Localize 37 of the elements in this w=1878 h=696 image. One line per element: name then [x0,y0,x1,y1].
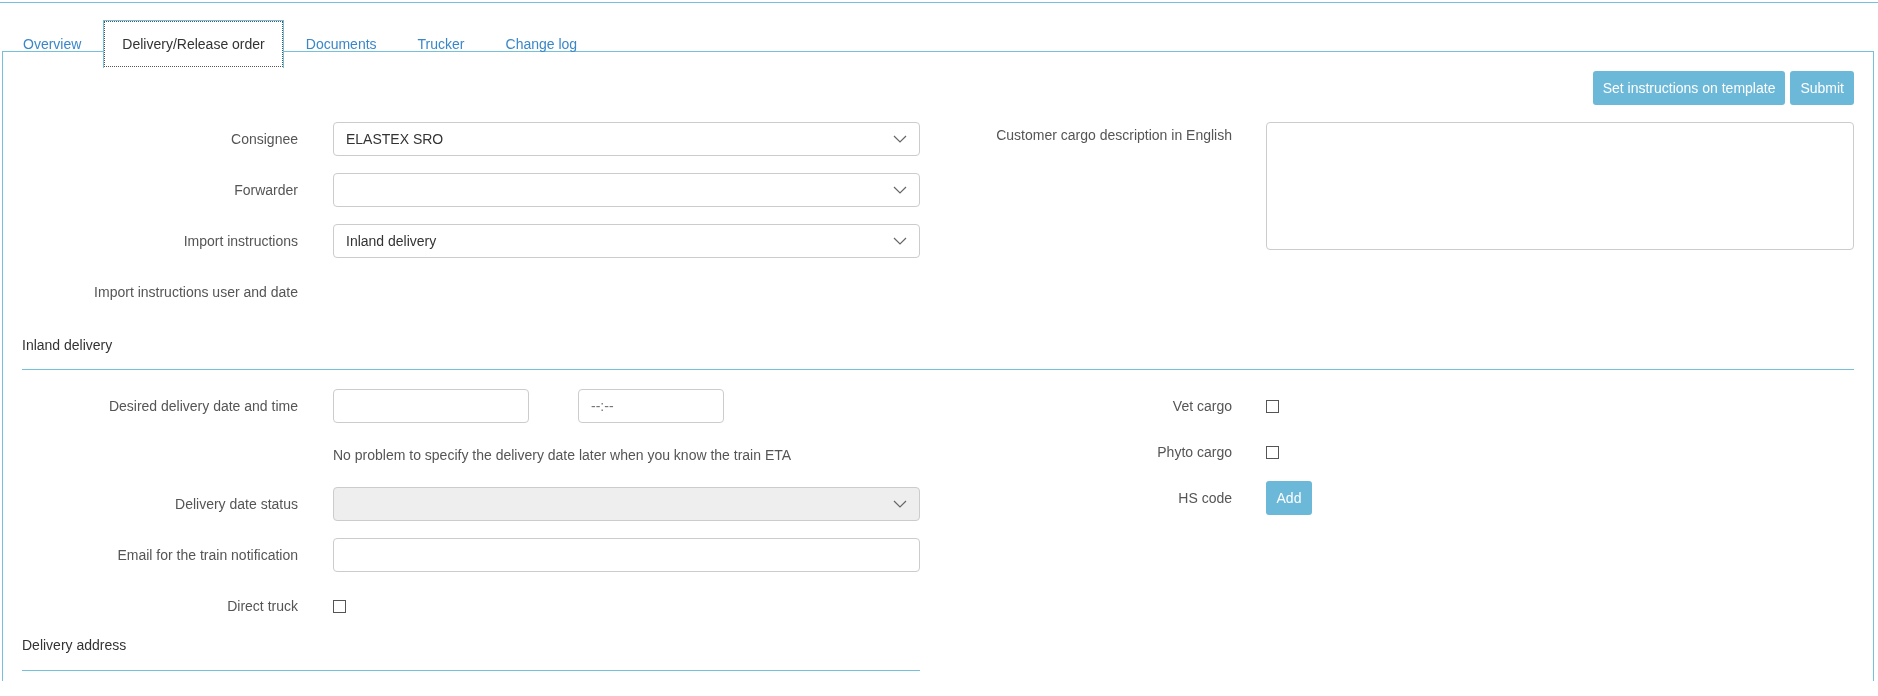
description-field[interactable] [1266,122,1854,250]
field-label: Desired delivery date and time [107,398,298,414]
tab[interactable]: Change log [486,20,597,51]
chevron-down-icon [893,135,907,143]
field-label: Import instructions user and date [93,284,298,300]
checkbox[interactable] [1266,399,1279,413]
select-field[interactable] [333,173,920,207]
select-field[interactable]: ELASTEX SRO [333,122,920,156]
action-button[interactable]: Submit [1790,71,1854,105]
field-label: HS code [1177,490,1232,506]
field-label: Customer cargo description in English [995,126,1232,143]
tab[interactable]: Documents [286,20,396,51]
email-field[interactable] [333,538,920,572]
action-button[interactable]: Set instructions on template [1592,71,1786,105]
checkbox[interactable] [1266,445,1279,459]
field-label: Phyto cargo [1156,444,1232,460]
section-heading: Inland delivery [22,309,1854,370]
field-label: Import instructions [182,233,298,249]
chevron-down-icon [893,500,907,508]
add-button[interactable]: Add [1266,481,1312,515]
checkbox[interactable] [333,599,346,613]
field-label: Forwarder [233,182,298,198]
field-label: Vet cargo [1171,398,1232,414]
field-label: Delivery date status [174,496,298,512]
tab[interactable]: Delivery/Release order [103,20,284,68]
tab[interactable]: Overview [4,20,101,51]
tab[interactable]: Trucker [398,20,484,51]
date-field[interactable] [333,389,529,423]
field-label: Email for the train notification [116,547,298,563]
field-label: Direct truck [226,598,298,614]
hint-text: No problem to specify the delivery date later when you know the train ETA [333,447,793,463]
chevron-down-icon [893,186,907,194]
time-field[interactable]: --:-- [578,389,724,423]
select-field[interactable]: Inland delivery [333,224,920,258]
chevron-down-icon [893,237,907,245]
field-label: Consignee [230,131,298,147]
section-heading: Delivery address [22,623,920,671]
